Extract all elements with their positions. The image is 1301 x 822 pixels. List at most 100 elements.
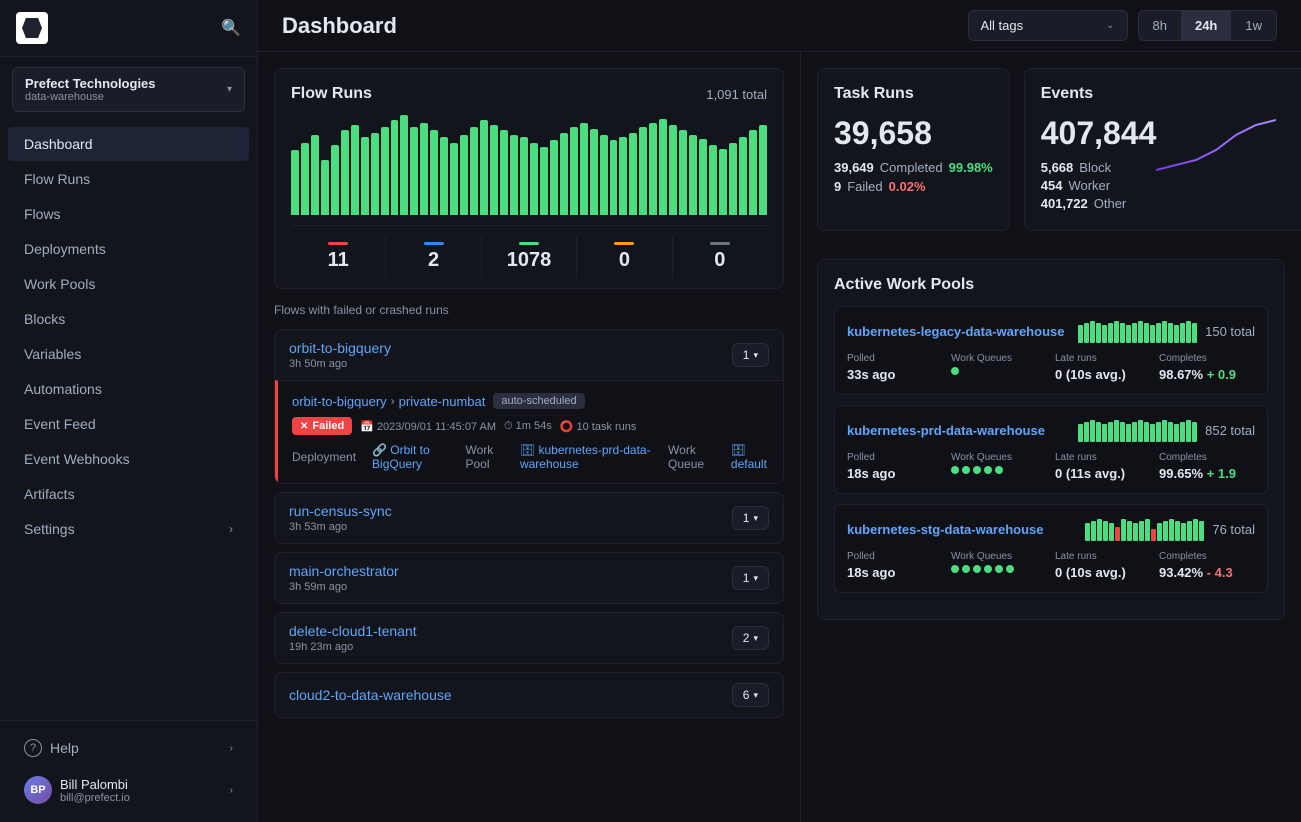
user-email: bill@prefect.io: [60, 792, 130, 804]
flow-count-badge[interactable]: 1 ▾: [732, 566, 769, 590]
failed-pct: 0.02%: [889, 179, 926, 194]
mini-bar: [1144, 323, 1149, 343]
help-item[interactable]: ? Help ›: [8, 730, 249, 766]
chart-bar: [659, 119, 667, 215]
wp-stat-polled: Polled 33s ago: [847, 353, 943, 382]
flow-name[interactable]: run-census-sync: [289, 503, 392, 519]
sidebar-item-event-webhooks[interactable]: Event Webhooks: [8, 442, 249, 476]
auto-scheduled-badge: auto-scheduled: [493, 393, 584, 409]
flow-count-badge[interactable]: 2 ▾: [732, 626, 769, 650]
time-btn-24h[interactable]: 24h: [1181, 11, 1231, 40]
mini-bar: [1132, 323, 1137, 343]
dot-green: [984, 565, 992, 573]
flow-count-badge[interactable]: 1 ▾: [732, 343, 769, 367]
tags-selector[interactable]: All tags ⌄: [968, 10, 1128, 41]
flow-detail-name[interactable]: orbit-to-bigquery: [292, 394, 387, 409]
mini-bar: [1192, 323, 1197, 343]
user-profile[interactable]: BP Bill Palombi bill@prefect.io ›: [8, 767, 249, 813]
flow-name[interactable]: main-orchestrator: [289, 563, 399, 579]
flow-runs-total: 1,091 total: [706, 87, 767, 102]
run-name[interactable]: private-numbat: [399, 394, 486, 409]
search-button[interactable]: 🔍: [221, 18, 241, 38]
chart-bar: [331, 145, 339, 215]
sidebar-item-label: Event Webhooks: [24, 451, 130, 467]
deployment-link[interactable]: 🔗 Orbit to BigQuery: [372, 443, 449, 471]
sidebar-item-settings[interactable]: Settings›: [8, 512, 249, 546]
polled-value: 18s ago: [847, 565, 943, 580]
sidebar-item-flow-runs[interactable]: Flow Runs: [8, 162, 249, 196]
flow-run-stat: 1078: [482, 236, 577, 278]
flow-item: orbit-to-bigquery 3h 50m ago 1 ▾ orbit-t…: [274, 329, 784, 484]
sidebar-item-variables[interactable]: Variables: [8, 337, 249, 371]
completed-label: Completed: [880, 160, 943, 175]
mini-bar: [1084, 422, 1089, 442]
flow-count-badge[interactable]: 6 ▾: [732, 683, 769, 707]
wp-mini-bars: [1085, 517, 1204, 541]
org-selector[interactable]: Prefect Technologies data-warehouse ▾: [12, 67, 245, 112]
mini-bar: [1187, 521, 1192, 541]
flow-run-stat: 11: [291, 236, 386, 278]
mini-bar: [1180, 323, 1185, 343]
wp-stats: Polled 18s ago Work Queues Late runs 0 (…: [847, 551, 1255, 580]
sidebar-item-dashboard[interactable]: Dashboard: [8, 127, 249, 161]
flow-runs-stats: 11 2 1078 0 0: [291, 225, 767, 278]
wp-name[interactable]: kubernetes-prd-data-warehouse: [847, 423, 1045, 438]
work-pools-list: kubernetes-legacy-data-warehouse 150 tot…: [834, 306, 1268, 593]
mini-bar: [1175, 521, 1180, 541]
avatar: BP: [24, 776, 52, 804]
user-name: Bill Palombi: [60, 777, 130, 792]
flow-item: run-census-sync 3h 53m ago 1 ▾: [274, 492, 784, 544]
flow-name[interactable]: cloud2-to-data-warehouse: [289, 687, 452, 703]
chart-bar: [510, 135, 518, 215]
mini-bar: [1174, 325, 1179, 343]
dot-green: [962, 565, 970, 573]
chart-bar: [460, 135, 468, 215]
dot-green: [1006, 565, 1014, 573]
sidebar-nav: DashboardFlow Runs Flows DeploymentsWork P…: [0, 122, 257, 720]
wp-name[interactable]: kubernetes-stg-data-warehouse: [847, 522, 1044, 537]
chart-bar: [430, 130, 438, 215]
stat-indicator: [519, 242, 539, 245]
events-total: 407,844: [1041, 115, 1157, 152]
dot-green: [973, 466, 981, 474]
help-icon: ?: [24, 739, 42, 757]
sidebar-item-label: Flows: [24, 206, 61, 222]
stat-indicator: [710, 242, 730, 245]
failed-flows-label: Flows with failed or crashed runs: [274, 303, 784, 317]
sidebar-item-flows[interactable]: Flows: [8, 197, 249, 231]
flow-name[interactable]: delete-cloud1-tenant: [289, 623, 417, 639]
top-stats-row: Task Runs 39,658 39,649 Completed 99.98%…: [817, 68, 1285, 245]
chart-bar: [391, 120, 399, 215]
work-pool-link[interactable]: 🗄 kubernetes-prd-data-warehouse: [520, 443, 652, 471]
mini-bar: [1109, 523, 1114, 541]
completes-pct: 98.67%: [1159, 367, 1203, 382]
sidebar-item-artifacts[interactable]: Artifacts: [8, 477, 249, 511]
work-queue-link[interactable]: 🗄 default: [731, 443, 769, 471]
sidebar-item-label: Artifacts: [24, 486, 75, 502]
wp-name[interactable]: kubernetes-legacy-data-warehouse: [847, 324, 1064, 339]
sidebar-item-automations[interactable]: Automations: [8, 372, 249, 406]
mini-bar: [1133, 523, 1138, 541]
dot-green: [973, 565, 981, 573]
sidebar-bottom: ? Help › BP Bill Palombi bill@prefect.io…: [0, 720, 257, 822]
chart-bar: [381, 127, 389, 215]
time-btn-8h[interactable]: 8h: [1139, 11, 1181, 40]
tags-label: All tags: [981, 18, 1024, 33]
event-row: 5,668 Block: [1041, 160, 1157, 175]
wp-stat-polled: Polled 18s ago: [847, 551, 943, 580]
mini-bar: [1156, 323, 1161, 343]
mini-bar: [1084, 323, 1089, 343]
work-pools-title: Active Work Pools: [834, 276, 1268, 294]
flow-count-badge[interactable]: 1 ▾: [732, 506, 769, 530]
sidebar-item-blocks[interactable]: Blocks: [8, 302, 249, 336]
mini-bar: [1145, 519, 1150, 541]
sidebar-item-work-pools[interactable]: Work Pools: [8, 267, 249, 301]
sidebar-item-event-feed[interactable]: Event Feed: [8, 407, 249, 441]
flow-name[interactable]: orbit-to-bigquery: [289, 340, 391, 356]
mini-bar: [1174, 424, 1179, 442]
sidebar: 🔍 Prefect Technologies data-warehouse ▾ …: [0, 0, 258, 822]
time-btn-1w[interactable]: 1w: [1231, 11, 1276, 40]
chart-bar: [610, 140, 618, 215]
event-row: 454 Worker: [1041, 178, 1157, 193]
sidebar-item-deployments[interactable]: Deployments: [8, 232, 249, 266]
